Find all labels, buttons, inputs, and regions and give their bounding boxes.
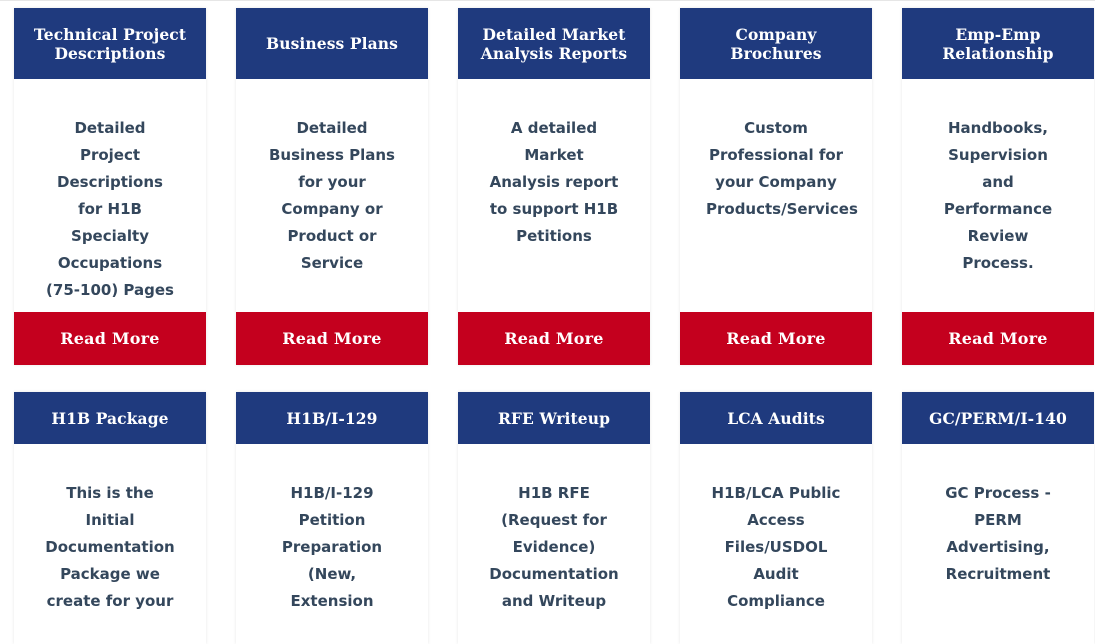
card-description: A detailed Market Analysis report to sup… <box>489 119 619 245</box>
card-description: Detailed Project Descriptions for H1B Sp… <box>46 119 174 299</box>
card-description: This is the Initial Documentation Packag… <box>45 484 175 610</box>
card-title: Emp-Emp Relationship <box>902 8 1094 79</box>
card-title: Detailed Market Analysis Reports <box>458 8 650 79</box>
card-title: GC/PERM/I-140 <box>902 392 1094 444</box>
service-card-market-analysis: Detailed Market Analysis Reports A detai… <box>458 8 650 365</box>
read-more-button[interactable]: Read More <box>680 312 872 365</box>
card-description: H1B/I-129 Petition Preparation (New, Ext… <box>281 484 383 610</box>
read-more-button[interactable]: Read More <box>458 312 650 365</box>
card-title: Technical Project Descriptions <box>14 8 206 79</box>
read-more-button[interactable]: Read More <box>902 312 1094 365</box>
top-divider <box>0 0 1095 1</box>
service-card-h1b-i129: H1B/I-129 H1B/I-129 Petition Preparation… <box>236 392 428 644</box>
card-title: Company Brochures <box>680 8 872 79</box>
card-description: Custom Professional for your Company Pro… <box>706 119 858 218</box>
service-card-business-plans: Business Plans Detailed Business Plans f… <box>236 8 428 365</box>
card-title: H1B Package <box>14 392 206 444</box>
service-card-lca-audits: LCA Audits H1B/LCA Public Access Files/U… <box>680 392 872 644</box>
service-card-technical-project-descriptions: Technical Project Descriptions Detailed … <box>14 8 206 365</box>
card-description: Detailed Business Plans for your Company… <box>269 119 395 272</box>
service-card-gc-perm-i140: GC/PERM/I-140 GC Process - PERM Advertis… <box>902 392 1094 644</box>
card-title: LCA Audits <box>680 392 872 444</box>
card-description: H1B/LCA Public Access Files/USDOL Audit … <box>711 484 841 610</box>
service-card-rfe-writeup: RFE Writeup H1B RFE (Request for Evidenc… <box>458 392 650 644</box>
service-card-emp-emp-relationship: Emp-Emp Relationship Handbooks, Supervis… <box>902 8 1094 365</box>
service-card-company-brochures: Company Brochures Custom Professional fo… <box>680 8 872 365</box>
read-more-button[interactable]: Read More <box>236 312 428 365</box>
read-more-button[interactable]: Read More <box>14 312 206 365</box>
card-description: Handbooks, Supervision and Performance R… <box>943 119 1053 272</box>
service-card-h1b-package: H1B Package This is the Initial Document… <box>14 392 206 644</box>
card-title: Business Plans <box>236 8 428 79</box>
card-title: H1B/I-129 <box>236 392 428 444</box>
card-title: RFE Writeup <box>458 392 650 444</box>
card-description: GC Process - PERM Advertising, Recruitme… <box>945 484 1051 583</box>
card-description: H1B RFE (Request for Evidence) Documenta… <box>489 484 619 610</box>
